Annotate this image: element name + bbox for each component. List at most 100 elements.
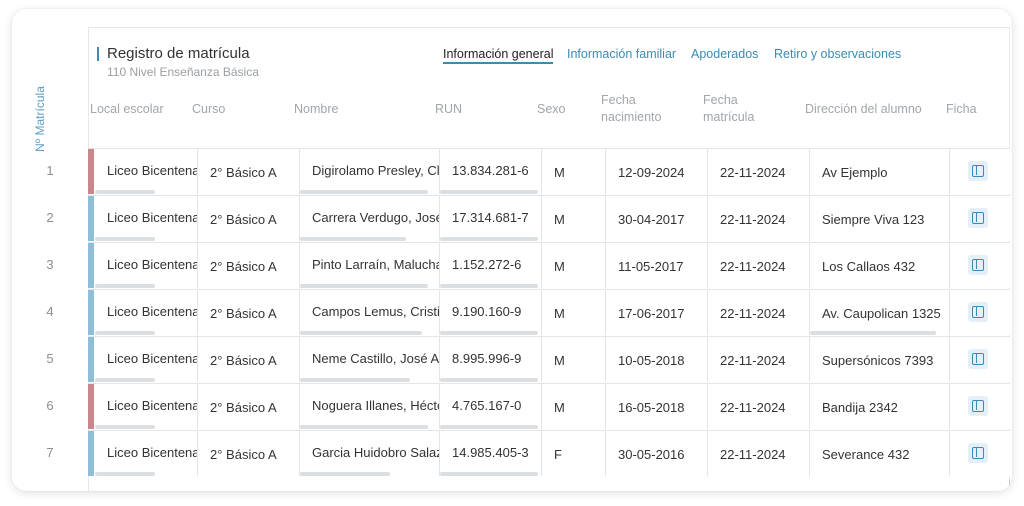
sidebar-panel-icon	[972, 353, 984, 365]
cell-scrollbar[interactable]	[95, 378, 155, 382]
cell-nombre: Campos Lemus, Cristian	[299, 290, 439, 335]
cell-scrollbar[interactable]	[440, 190, 538, 194]
table-row[interactable]: Liceo Bicentenario 2° Básico A Carrera Ver…	[88, 195, 1010, 241]
column-header-fecha-nacimiento: Fecha nacimiento	[601, 92, 661, 126]
cell-scrollbar[interactable]	[440, 284, 538, 288]
cell-scrollbar[interactable]	[440, 331, 538, 335]
cell-local: Liceo Bicentenario	[95, 149, 197, 194]
cell-nombre-text: Campos Lemus, Cristian	[312, 304, 439, 319]
cell-nacimiento-text: 16-05-2018	[618, 400, 685, 415]
cell-nacimiento: 16-05-2018	[605, 384, 707, 429]
cell-sexo: M	[541, 149, 605, 194]
cell-run: 13.834.281-6	[439, 149, 541, 194]
cell-run: 14.985.405-3	[439, 431, 541, 476]
cell-local-text: Liceo Bicentenario	[107, 257, 197, 272]
cell-local: Liceo Bicentenario	[95, 243, 197, 288]
cell-matricula: 22-11-2024	[707, 196, 809, 241]
row-status-marker	[88, 149, 94, 194]
cell-scrollbar[interactable]	[95, 425, 155, 429]
cell-scrollbar[interactable]	[95, 331, 155, 335]
page-title: Registro de matrícula	[107, 45, 250, 62]
cell-scrollbar[interactable]	[300, 284, 428, 288]
cell-scrollbar[interactable]	[95, 190, 155, 194]
cell-local: Liceo Bicentenario	[95, 431, 197, 476]
tab-informacion-general[interactable]: Información general	[443, 47, 554, 64]
cell-curso: 2° Básico A	[197, 384, 299, 429]
cell-matricula: 22-11-2024	[707, 290, 809, 335]
cell-sexo-text: M	[554, 212, 565, 227]
cell-scrollbar[interactable]	[95, 472, 155, 476]
cell-scrollbar[interactable]	[440, 472, 538, 476]
ficha-button[interactable]	[968, 396, 988, 416]
table-row[interactable]: Liceo Bicentenario 2° Básico A Campos Lemu…	[88, 289, 1010, 335]
cell-nacimiento: 12-09-2024	[605, 149, 707, 194]
cell-sexo-text: M	[554, 353, 565, 368]
cell-sexo: M	[541, 196, 605, 241]
sidebar-panel-icon	[972, 212, 984, 224]
cell-nacimiento: 30-04-2017	[605, 196, 707, 241]
column-header-sexo: Sexo	[537, 102, 566, 116]
row-number: 3	[46, 257, 54, 272]
tab-informacion-familiar[interactable]: Información familiar	[567, 47, 676, 61]
cell-local: Liceo Bicentenario	[95, 337, 197, 382]
tab-apoderados[interactable]: Apoderados	[691, 47, 758, 61]
cell-direccion-text: Av Ejemplo	[822, 165, 888, 180]
cell-scrollbar[interactable]	[300, 472, 390, 476]
column-header-fecha-matricula-line2: matrícula	[703, 110, 755, 124]
table-row[interactable]: Liceo Bicentenario 2° Básico A Garcia Huid…	[88, 430, 1010, 476]
ficha-button[interactable]	[968, 255, 988, 275]
cell-nombre-text: Noguera Illanes, Héctor	[312, 398, 439, 413]
cell-direccion-text: Av. Caupolican 1325	[822, 306, 941, 321]
cell-scrollbar[interactable]	[300, 378, 410, 382]
cell-scrollbar[interactable]	[440, 237, 538, 241]
matricula-column-label: Nº Matrícula	[30, 84, 50, 154]
cell-curso: 2° Básico A	[197, 243, 299, 288]
cell-nombre: Noguera Illanes, Héctor	[299, 384, 439, 429]
cell-scrollbar[interactable]	[440, 378, 538, 382]
cell-local-text: Liceo Bicentenario	[107, 210, 197, 225]
cell-local: Liceo Bicentenario	[95, 384, 197, 429]
cell-sexo: M	[541, 243, 605, 288]
cell-ficha	[949, 196, 1010, 241]
cell-sexo: M	[541, 337, 605, 382]
ficha-button[interactable]	[968, 302, 988, 322]
cell-scrollbar[interactable]	[300, 190, 428, 194]
table-row[interactable]: Liceo Bicentenario 2° Básico A Noguera Ill…	[88, 383, 1010, 429]
cell-scrollbar[interactable]	[300, 237, 406, 241]
cell-scrollbar[interactable]	[300, 331, 422, 335]
ficha-button[interactable]	[968, 349, 988, 369]
cell-scrollbar[interactable]	[810, 331, 936, 335]
cell-run-text: 8.995.996-9	[452, 351, 522, 366]
cell-run-text: 1.152.272-6	[452, 257, 522, 272]
cell-scrollbar[interactable]	[95, 284, 155, 288]
cell-curso: 2° Básico A	[197, 337, 299, 382]
cell-scrollbar[interactable]	[440, 425, 538, 429]
ficha-button[interactable]	[968, 443, 988, 463]
cell-sexo-text: F	[554, 447, 562, 462]
cell-sexo-text: M	[554, 306, 565, 321]
cell-nombre-text: Neme Castillo, José Antonio	[312, 351, 439, 366]
cell-sexo-text: M	[554, 400, 565, 415]
sidebar-panel-icon	[972, 400, 984, 412]
cell-local-text: Liceo Bicentenario	[107, 304, 197, 319]
cell-nacimiento-text: 30-04-2017	[618, 212, 685, 227]
cell-matricula-text: 22-11-2024	[720, 447, 786, 462]
cell-direccion: Severance 432	[809, 431, 949, 476]
cell-scrollbar[interactable]	[95, 237, 155, 241]
table-row[interactable]: Liceo Bicentenario 2° Básico A Pinto Larra…	[88, 242, 1010, 288]
table-row[interactable]: Liceo Bicentenario 2° Básico A Neme Castil…	[88, 336, 1010, 382]
cell-local-text: Liceo Bicentenario	[107, 398, 197, 413]
app-window: Nº Matrícula Registro de matrícula 110 N…	[12, 9, 1012, 491]
cell-scrollbar[interactable]	[300, 425, 428, 429]
sidebar-panel-icon	[972, 165, 984, 177]
column-header-nombre: Nombre	[294, 102, 339, 116]
sidebar-panel-icon	[972, 259, 984, 271]
cell-nombre: Digirolamo Presley, Clara	[299, 149, 439, 194]
row-number: 4	[46, 304, 54, 319]
cell-direccion: Supersónicos 7393	[809, 337, 949, 382]
ficha-button[interactable]	[968, 161, 988, 181]
ficha-button[interactable]	[968, 208, 988, 228]
cell-nacimiento-text: 12-09-2024	[618, 165, 685, 180]
table-row[interactable]: Liceo Bicentenario 2° Básico A Digirolamo …	[88, 148, 1010, 194]
tab-retiro-observaciones[interactable]: Retiro y observaciones	[774, 47, 901, 61]
